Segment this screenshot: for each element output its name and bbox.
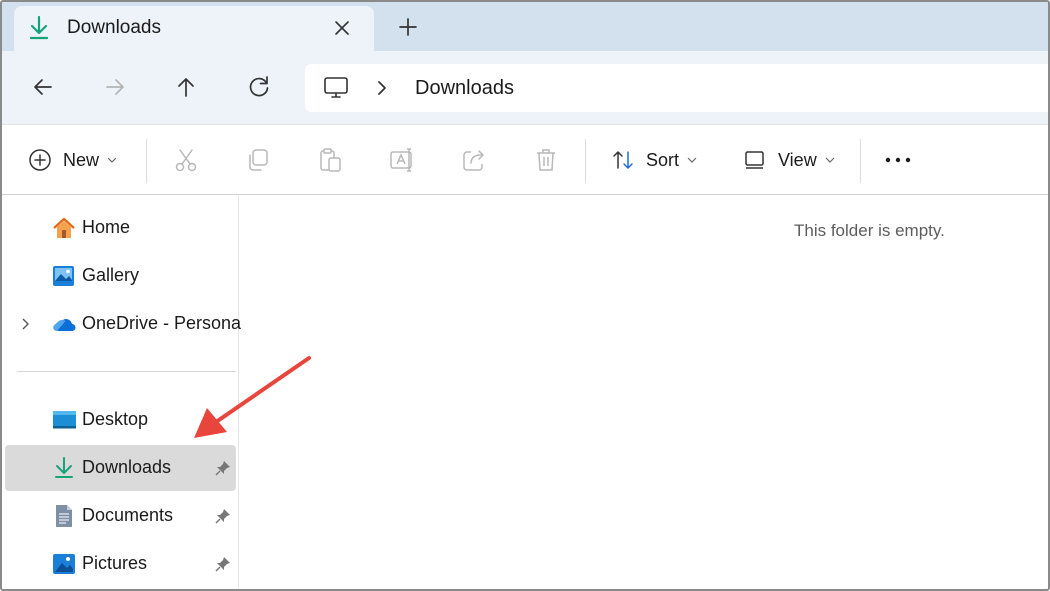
toolbar-separator bbox=[585, 139, 586, 183]
toolbar-separator bbox=[146, 139, 147, 183]
sort-label: Sort bbox=[646, 149, 680, 170]
breadcrumb-downloads[interactable]: Downloads bbox=[415, 77, 514, 100]
view-icon bbox=[745, 151, 764, 169]
download-icon bbox=[29, 15, 49, 40]
pin-icon[interactable] bbox=[215, 460, 231, 476]
chevron-down-icon bbox=[107, 157, 117, 163]
pin-icon[interactable] bbox=[215, 508, 231, 524]
sidebar-item-documents[interactable]: Documents bbox=[5, 493, 236, 539]
file-explorer-window: Downloads Downloads New Sort View Home G… bbox=[0, 0, 1050, 591]
plus-icon[interactable] bbox=[395, 14, 421, 40]
view-button[interactable]: View bbox=[743, 125, 835, 195]
close-icon[interactable] bbox=[330, 16, 354, 40]
sidebar-item-label: OneDrive - Persona bbox=[82, 313, 242, 333]
sidebar-item-downloads[interactable]: Downloads bbox=[5, 445, 236, 491]
sidebar-item-label: Pictures bbox=[82, 553, 148, 573]
refresh-icon[interactable] bbox=[245, 73, 273, 101]
sidebar-separator bbox=[17, 371, 236, 372]
sidebar-item-label: Downloads bbox=[82, 457, 172, 477]
sort-button[interactable]: Sort bbox=[611, 125, 697, 195]
toolbar-separator bbox=[860, 139, 861, 183]
pictures-icon bbox=[53, 554, 75, 574]
chevron-down-icon bbox=[825, 157, 835, 163]
sidebar-item-label: Documents bbox=[82, 505, 174, 525]
documents-icon bbox=[56, 505, 72, 527]
tab-title: Downloads bbox=[67, 17, 161, 38]
sidebar-item-desktop[interactable]: Desktop bbox=[5, 397, 236, 443]
more-icon[interactable] bbox=[885, 147, 911, 173]
file-list-area[interactable] bbox=[240, 195, 1048, 589]
cut-icon[interactable] bbox=[173, 147, 199, 173]
address-bar[interactable]: Downloads bbox=[305, 64, 1048, 112]
copy-icon[interactable] bbox=[245, 147, 271, 173]
chevron-down-icon bbox=[687, 157, 697, 163]
sidebar-item-label: Desktop bbox=[82, 409, 149, 429]
paste-icon[interactable] bbox=[317, 147, 343, 173]
pin-icon[interactable] bbox=[215, 556, 231, 572]
rename-icon[interactable] bbox=[389, 147, 415, 173]
new-button[interactable]: New bbox=[28, 125, 117, 195]
view-label: View bbox=[778, 149, 817, 170]
home-icon bbox=[53, 217, 75, 238]
share-icon[interactable] bbox=[461, 147, 487, 173]
onedrive-icon bbox=[53, 319, 76, 332]
arrow-right-icon[interactable] bbox=[101, 73, 129, 101]
sidebar-item-onedrive[interactable]: OneDrive - Persona bbox=[5, 301, 241, 347]
sidebar-item-pictures[interactable]: Pictures bbox=[5, 541, 236, 587]
navigation-pane: Home Gallery OneDrive - Persona Desktop … bbox=[2, 195, 241, 589]
monitor-icon[interactable] bbox=[323, 76, 349, 100]
sidebar-item-home[interactable]: Home bbox=[5, 205, 236, 251]
sidebar-item-label: Home bbox=[82, 217, 131, 237]
chevron-right-icon[interactable] bbox=[21, 316, 31, 332]
tab-strip: Downloads bbox=[2, 2, 1048, 52]
arrow-up-icon[interactable] bbox=[172, 73, 200, 101]
desktop-icon bbox=[53, 411, 76, 429]
plus-circle-icon bbox=[29, 149, 51, 171]
command-bar: New Sort View bbox=[2, 124, 1048, 195]
new-label: New bbox=[63, 149, 100, 170]
sidebar-item-gallery[interactable]: Gallery bbox=[5, 253, 236, 299]
download-icon bbox=[55, 457, 73, 478]
delete-icon[interactable] bbox=[533, 147, 559, 173]
sort-icon bbox=[613, 151, 633, 169]
tab-downloads[interactable]: Downloads bbox=[14, 6, 374, 52]
sidebar-item-label: Gallery bbox=[82, 265, 140, 285]
chevron-right-icon[interactable] bbox=[375, 79, 389, 97]
empty-folder-message: This folder is empty. bbox=[794, 221, 945, 240]
arrow-left-icon[interactable] bbox=[29, 73, 57, 101]
gallery-icon bbox=[53, 266, 74, 286]
navigation-bar: Downloads bbox=[2, 51, 1048, 124]
